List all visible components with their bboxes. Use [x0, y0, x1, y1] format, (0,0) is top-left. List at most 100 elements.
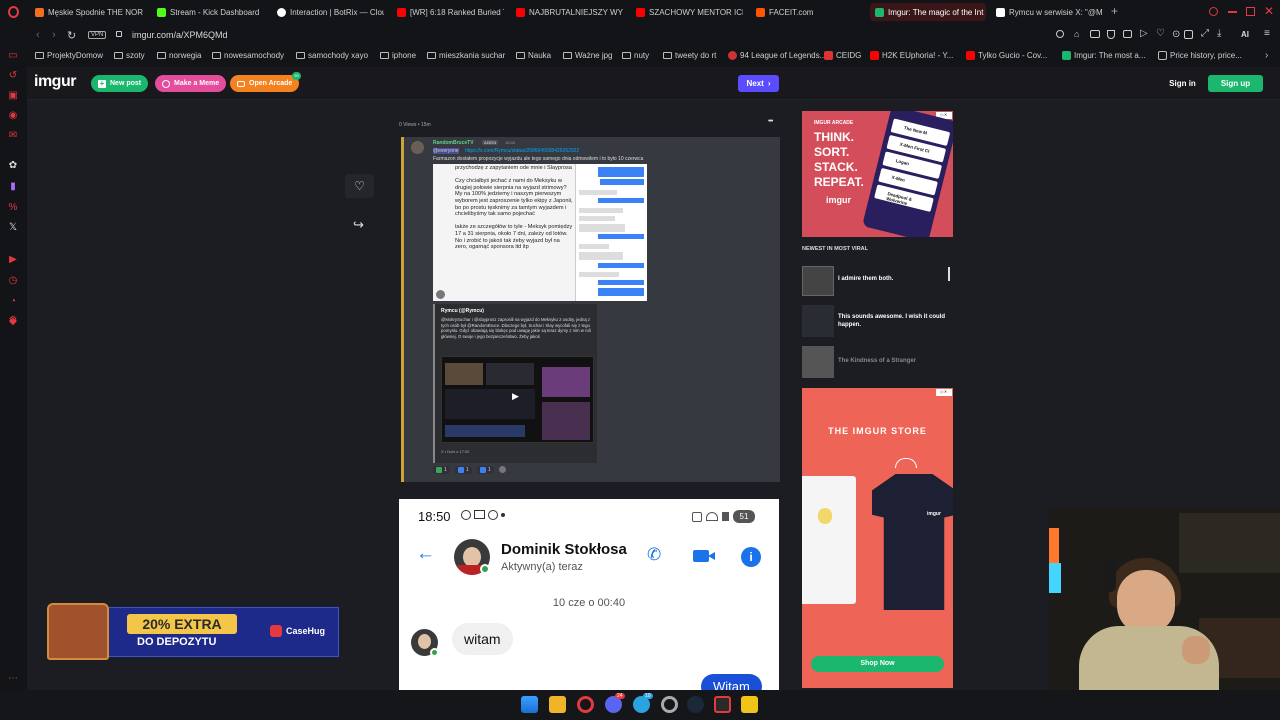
browser-tab[interactable]: Męskie Spodnie THE NOR	[30, 3, 145, 21]
shop-now-button[interactable]: Shop Now	[811, 656, 944, 672]
messenger-icon[interactable]: ◉	[7, 110, 19, 122]
back-icon[interactable]: ‹	[36, 29, 40, 41]
reaction-g[interactable]: 1	[455, 466, 472, 474]
viral-item[interactable]: This sounds awesome. I wish it could hap…	[802, 305, 953, 337]
browser-tab[interactable]: [WR] 6:18 Ranked Buried T	[392, 3, 504, 21]
settings-icon[interactable]: ⚙	[7, 315, 19, 327]
workspace-icon[interactable]: ▭	[7, 50, 19, 62]
file-explorer-icon[interactable]	[549, 696, 566, 713]
browser-tab[interactable]: SZACHOWY MENTOR ICE	[631, 3, 743, 21]
bell-icon[interactable]: ◔	[7, 296, 19, 308]
camera-icon[interactable]	[1090, 30, 1100, 38]
phone-call-icon[interactable]: ✆	[647, 546, 665, 564]
bookmark-link[interactable]: Price history, price...	[1158, 51, 1242, 60]
browser-tab[interactable]: FACEIT.com	[751, 3, 863, 21]
ad-choices-icon[interactable]: ▷✕	[936, 389, 952, 396]
bookmark-folder[interactable]: samochody xayo	[296, 51, 368, 60]
browser-tab[interactable]: Rymcu w serwisie X: "@M	[991, 3, 1103, 21]
bookmark-link[interactable]: CEIDG	[824, 51, 861, 60]
store-ad[interactable]: ▷✕ THE IMGUR STORE imgur Shop Now	[802, 388, 953, 688]
wallet-icon[interactable]	[1123, 30, 1132, 38]
bookmark-folder[interactable]: norwegia	[157, 51, 201, 60]
menu-icon[interactable]: ≡	[1264, 28, 1270, 39]
aria-ai-button[interactable]: AI	[1241, 30, 1249, 39]
bookmark-folder[interactable]: ProjektyDomow	[35, 51, 103, 60]
shield-icon[interactable]	[1107, 30, 1115, 39]
play-icon[interactable]: ▷	[1140, 28, 1148, 39]
url-field[interactable]: imgur.com/a/XPM6QMd	[132, 30, 228, 40]
chrome-taskbar-icon[interactable]	[661, 696, 678, 713]
shopping-icon[interactable]: ▣	[7, 90, 19, 102]
opera-logo-icon[interactable]	[8, 6, 19, 18]
percent-icon[interactable]: %	[7, 202, 19, 214]
chatgpt-icon[interactable]: ✿	[7, 160, 19, 172]
heart-icon[interactable]: ♡	[1156, 28, 1165, 39]
camera2-icon[interactable]: ⊙	[1172, 29, 1180, 40]
favorite-button[interactable]: ♡	[345, 174, 374, 198]
x-icon[interactable]: 𝕏	[7, 222, 19, 234]
share-icon[interactable]: ↪	[353, 217, 364, 233]
extensions-icon[interactable]	[1184, 30, 1193, 39]
lock-icon[interactable]	[116, 31, 122, 37]
bookmarks-overflow-icon[interactable]: ›	[1265, 50, 1268, 61]
reaction-a[interactable]: 1	[477, 466, 494, 474]
bookmark-folder[interactable]: mieszkania suchar	[427, 51, 505, 60]
imgur-logo[interactable]: imgur	[34, 73, 76, 91]
more-icon[interactable]: ⋯	[7, 673, 19, 685]
bookmark-link[interactable]: 94 League of Legends...	[728, 51, 826, 60]
bookmark-folder[interactable]: Nauka	[516, 51, 551, 60]
bookmark-link[interactable]: Tylko Gucio - Cov...	[966, 51, 1047, 60]
sign-up-button[interactable]: Sign up	[1208, 75, 1263, 92]
bookmark-folder[interactable]: Ważne jpg	[563, 51, 613, 60]
sign-in-link[interactable]: Sign in	[1165, 75, 1200, 92]
shield-taskbar-icon[interactable]	[714, 696, 731, 713]
browser-tab[interactable]: Interaction | BotRix — Clou	[272, 3, 384, 21]
forward-icon[interactable]: ›	[52, 29, 56, 41]
new-post-button[interactable]: + New post	[91, 75, 149, 92]
search-tabs-icon[interactable]	[1209, 7, 1218, 16]
vpn-badge[interactable]: VPN	[88, 31, 107, 39]
bookmark-link[interactable]: H2K EUphoria! - Y...	[870, 51, 953, 60]
embed-video-thumbnail[interactable]: ▶	[441, 356, 594, 443]
scrollbar-thumb[interactable]	[948, 267, 950, 281]
open-arcade-button[interactable]: Open Arcade	[230, 75, 300, 92]
browser-tab-active[interactable]: Imgur: The magic of the Int	[870, 3, 986, 21]
discord-link[interactable]: https://x.com/Rymcu/status/2086645008426…	[465, 148, 579, 154]
bookmark-folder[interactable]: nowesamochody	[212, 51, 284, 60]
close-window-icon[interactable]: ✕	[1264, 4, 1274, 18]
snapshot-icon[interactable]: ⤢	[1201, 28, 1209, 39]
arcade-ad[interactable]: ▷✕ IMGUR ARCADE THINK. SORT. STACK. REPE…	[802, 111, 953, 237]
next-button[interactable]: Next ›	[738, 75, 779, 92]
pin-icon[interactable]: ⌂	[1074, 29, 1079, 39]
app-taskbar-icon[interactable]	[741, 696, 758, 713]
twitch-icon[interactable]: ▮	[7, 181, 19, 193]
reload-icon[interactable]: ↻	[67, 29, 76, 42]
viral-item[interactable]: I admire them both.	[802, 265, 953, 297]
clock-icon[interactable]: ◷	[7, 275, 19, 287]
mail-icon[interactable]: ✉	[7, 130, 19, 142]
zoom-icon[interactable]	[1056, 30, 1064, 38]
player-icon[interactable]: ▶	[7, 254, 19, 266]
browser-tab[interactable]: Stream - Kick Dashboard	[152, 3, 264, 21]
history-icon[interactable]: ↺	[7, 70, 19, 82]
steam-taskbar-icon[interactable]	[687, 696, 704, 713]
add-reaction-icon[interactable]	[499, 466, 506, 473]
browser-tab[interactable]: NAJBRUTALNIEJSZY WYS	[511, 3, 623, 21]
bookmark-folder[interactable]: szoty	[114, 51, 145, 60]
bookmark-folder[interactable]: iphone	[380, 51, 416, 60]
opera-taskbar-icon[interactable]	[577, 696, 594, 713]
windows-start-icon[interactable]	[521, 696, 538, 713]
maximize-icon[interactable]	[1246, 7, 1255, 16]
bookmark-folder[interactable]: tweety do rt	[663, 51, 716, 60]
minimize-icon[interactable]	[1228, 11, 1237, 13]
info-icon[interactable]: i	[741, 547, 761, 567]
download-icon[interactable]: ⤓	[1217, 28, 1221, 39]
make-meme-button[interactable]: Make a Meme	[155, 75, 227, 92]
bookmark-link[interactable]: Imgur: The most a...	[1062, 51, 1145, 60]
reaction-check[interactable]: 1	[433, 466, 450, 474]
video-call-icon[interactable]	[693, 550, 709, 562]
viral-item[interactable]: The Kindness of a Stranger	[802, 346, 953, 378]
back-arrow-icon[interactable]: ←	[416, 543, 435, 565]
bookmark-folder[interactable]: nuty	[622, 51, 649, 60]
new-tab-button[interactable]: +	[1111, 4, 1118, 18]
